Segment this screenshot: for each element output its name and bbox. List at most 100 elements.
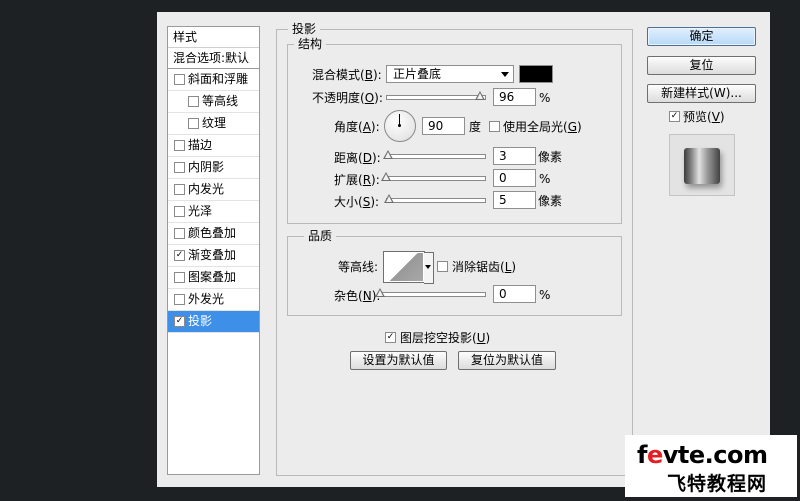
style-item[interactable]: 斜面和浮雕 [168, 69, 259, 91]
style-item[interactable]: 图案叠加 [168, 267, 259, 289]
styles-list: 样式 混合选项:默认 斜面和浮雕等高线纹理描边内阴影内发光光泽颜色叠加渐变叠加图… [167, 26, 260, 475]
knockout-checkbox[interactable] [385, 332, 396, 343]
style-item-checkbox[interactable] [174, 74, 185, 85]
watermark-domain: fevte.com [637, 441, 768, 469]
angle-dial[interactable] [384, 110, 416, 142]
angle-unit: 度 [469, 120, 482, 134]
spread-slider-handle[interactable] [381, 172, 391, 181]
style-item-label: 颜色叠加 [188, 226, 237, 240]
shadow-color-swatch[interactable] [519, 65, 553, 83]
style-item-label: 投影 [188, 314, 213, 328]
style-item-checkbox[interactable] [188, 96, 199, 107]
watermark: fevte.com 飞特教程网 [625, 435, 797, 497]
drop-shadow-group: 投影 结构 混合模式(B): 正片叠底 不透明度(O): 96 % 角度(A):… [276, 22, 633, 476]
reset-button[interactable]: 复位 [647, 56, 756, 75]
size-label: 大小(S): [334, 195, 380, 209]
style-item-label: 内阴影 [188, 160, 225, 174]
style-item[interactable]: 纹理 [168, 113, 259, 135]
style-item-checkbox[interactable] [174, 184, 185, 195]
style-item[interactable]: 内阴影 [168, 157, 259, 179]
blend-mode-label: 混合模式(B): [312, 68, 382, 82]
angle-input[interactable]: 90 [422, 117, 465, 135]
style-item-label: 外发光 [188, 292, 225, 306]
spread-input[interactable]: 0 [493, 169, 536, 187]
make-default-button[interactable]: 设置为默认值 [350, 351, 447, 370]
structure-title: 结构 [294, 37, 327, 51]
distance-unit: 像素 [538, 150, 563, 164]
style-item-checkbox[interactable] [174, 140, 185, 151]
preview-cylinder [684, 148, 720, 184]
styles-header[interactable]: 样式 [168, 27, 259, 48]
style-item-label: 内发光 [188, 182, 225, 196]
opacity-slider-track[interactable] [386, 95, 486, 100]
opacity-slider-handle[interactable] [475, 91, 486, 100]
ok-button[interactable]: 确定 [647, 27, 756, 46]
style-item[interactable]: 光泽 [168, 201, 259, 223]
contour-picker[interactable] [383, 251, 434, 284]
style-item[interactable]: 外发光 [168, 289, 259, 311]
blend-options-item[interactable]: 混合选项:默认 [168, 48, 259, 69]
style-item-label: 纹理 [202, 116, 227, 130]
drop-shadow-title: 投影 [288, 22, 321, 36]
style-item-label: 渐变叠加 [188, 248, 237, 262]
anti-alias-checkbox[interactable] [437, 261, 448, 272]
quality-title: 品质 [304, 229, 337, 243]
noise-slider-track[interactable] [380, 292, 486, 297]
size-slider-handle[interactable] [383, 194, 394, 203]
distance-slider-handle[interactable] [382, 150, 393, 159]
style-item-label: 图案叠加 [188, 270, 237, 284]
style-item-label: 等高线 [202, 94, 239, 108]
noise-label: 杂色(N): [334, 289, 381, 303]
style-item-label: 光泽 [188, 204, 213, 218]
distance-label: 距离(D): [334, 151, 381, 165]
style-item-checkbox[interactable] [174, 294, 185, 305]
opacity-unit: % [539, 91, 551, 105]
spread-slider-track[interactable] [386, 176, 486, 181]
global-light-label: 使用全局光(G) [503, 120, 582, 134]
noise-slider-handle[interactable] [375, 288, 385, 297]
structure-group: 结构 混合模式(B): 正片叠底 不透明度(O): 96 % 角度(A): 90… [287, 37, 622, 224]
global-light-checkbox[interactable] [489, 121, 500, 132]
style-item-checkbox[interactable] [174, 162, 185, 173]
style-item-checkbox[interactable] [174, 272, 185, 283]
chevron-down-icon[interactable] [424, 252, 434, 284]
style-item[interactable]: 描边 [168, 135, 259, 157]
preview-label: 预览(V) [683, 110, 725, 124]
style-item[interactable]: 投影 [168, 311, 259, 333]
style-item[interactable]: 渐变叠加 [168, 245, 259, 267]
distance-input[interactable]: 3 [493, 147, 536, 165]
style-item[interactable]: 内发光 [168, 179, 259, 201]
preview-checkbox[interactable] [669, 111, 680, 122]
reset-default-button[interactable]: 复位为默认值 [458, 351, 556, 370]
style-item-checkbox[interactable] [188, 118, 199, 129]
style-item-label: 描边 [188, 138, 213, 152]
blend-mode-value: 正片叠底 [393, 67, 442, 81]
size-input[interactable]: 5 [493, 191, 536, 209]
angle-label: 角度(A): [334, 120, 380, 134]
quality-group: 品质 等高线: 消除锯齿(L) 杂色(N): 0 % [287, 229, 622, 316]
size-unit: 像素 [538, 194, 563, 208]
layer-style-dialog: 样式 混合选项:默认 斜面和浮雕等高线纹理描边内阴影内发光光泽颜色叠加渐变叠加图… [157, 12, 770, 487]
style-item-label: 斜面和浮雕 [188, 72, 249, 86]
noise-unit: % [539, 288, 551, 302]
chevron-down-icon [501, 72, 509, 77]
contour-label: 等高线: [338, 260, 379, 274]
blend-mode-select[interactable]: 正片叠底 [386, 65, 514, 83]
style-item[interactable]: 等高线 [168, 91, 259, 113]
noise-input[interactable]: 0 [493, 285, 536, 303]
watermark-sitename: 飞特教程网 [667, 473, 768, 495]
style-item-checkbox[interactable] [174, 316, 185, 327]
distance-slider-track[interactable] [386, 154, 486, 159]
style-preview [669, 134, 735, 196]
opacity-label: 不透明度(O): [312, 91, 383, 105]
new-style-button[interactable]: 新建样式(W)... [647, 84, 756, 103]
size-slider-track[interactable] [386, 198, 486, 203]
knockout-label: 图层挖空投影(U) [400, 331, 491, 345]
opacity-input[interactable]: 96 [493, 88, 536, 106]
style-item[interactable]: 颜色叠加 [168, 223, 259, 245]
style-item-checkbox[interactable] [174, 228, 185, 239]
spread-label: 扩展(R): [334, 173, 380, 187]
style-item-checkbox[interactable] [174, 206, 185, 217]
spread-unit: % [539, 172, 551, 186]
style-item-checkbox[interactable] [174, 250, 185, 261]
